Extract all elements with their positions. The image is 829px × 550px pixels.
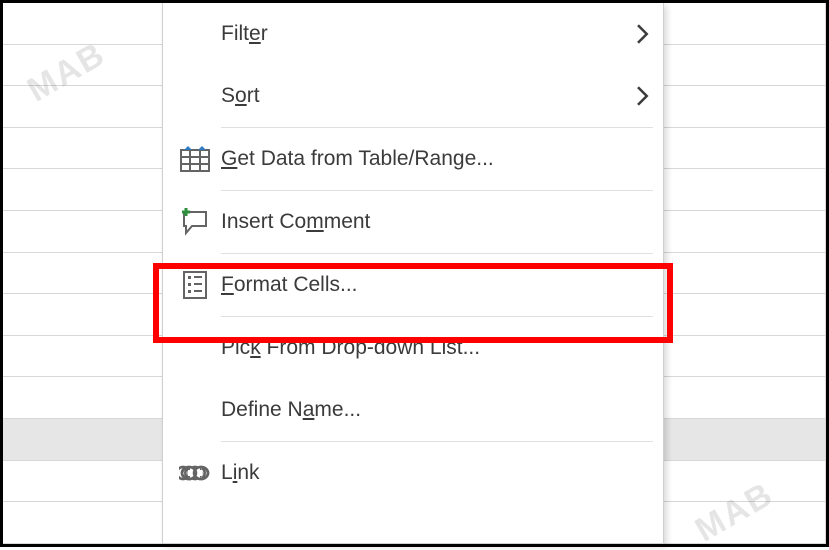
context-menu: Filter Sort Get Da <box>162 3 664 544</box>
menu-label: Define Name... <box>221 398 663 422</box>
menu-item-get-data[interactable]: Get Data from Table/Range... <box>163 128 663 190</box>
menu-item-insert-comment[interactable]: Insert Comment <box>163 191 663 253</box>
menu-label: Filter <box>221 22 623 46</box>
menu-label: Get Data from Table/Range... <box>221 147 663 171</box>
menu-item-define-name[interactable]: Define Name... <box>163 379 663 441</box>
menu-label: Format Cells... <box>221 273 663 297</box>
link-icon <box>169 442 221 504</box>
blank-icon <box>169 379 221 441</box>
table-icon <box>169 128 221 190</box>
menu-item-sort[interactable]: Sort <box>163 65 663 127</box>
blank-icon <box>169 317 221 379</box>
menu-label: Sort <box>221 84 623 108</box>
blank-icon <box>169 3 221 65</box>
menu-item-pick-list[interactable]: Pick From Drop-down List... <box>163 317 663 379</box>
menu-item-filter[interactable]: Filter <box>163 3 663 65</box>
menu-item-link[interactable]: Link <box>163 442 663 504</box>
chevron-right-icon <box>623 86 663 106</box>
menu-label: Pick From Drop-down List... <box>221 336 663 360</box>
blank-icon <box>169 65 221 127</box>
menu-item-format-cells[interactable]: Format Cells... <box>163 254 663 316</box>
comment-icon <box>169 191 221 253</box>
chevron-right-icon <box>623 24 663 44</box>
menu-label: Link <box>221 461 663 485</box>
menu-label: Insert Comment <box>221 210 663 234</box>
format-cells-icon <box>169 254 221 316</box>
